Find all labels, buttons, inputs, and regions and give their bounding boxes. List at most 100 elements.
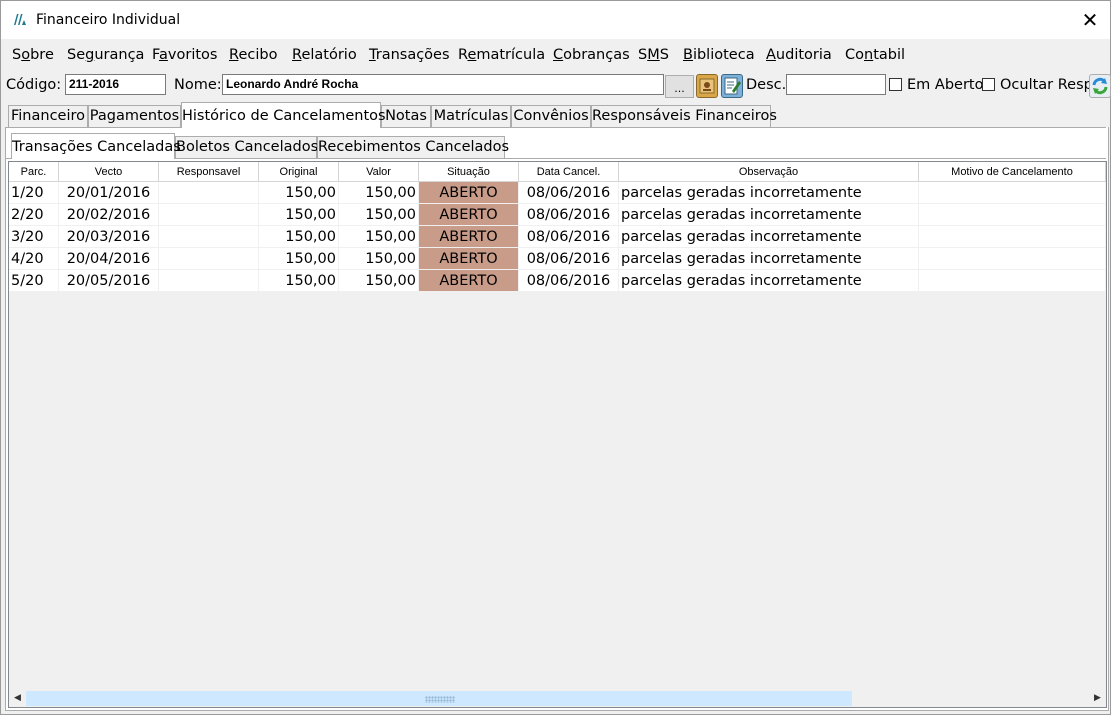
tab-main-6[interactable]: Responsáveis Financeiros	[591, 105, 777, 127]
menu-item-text: elatório	[301, 47, 357, 63]
table-cell: parcelas geradas incorretamente	[619, 204, 919, 226]
menu-item-text: tabil	[873, 47, 906, 63]
horizontal-scrollbar[interactable]: ◀ ▶	[9, 690, 1106, 707]
table-cell: 08/06/2016	[519, 226, 619, 248]
menu-item-text: S	[659, 47, 669, 63]
table-cell: 150,00	[339, 182, 419, 204]
cancelled-transactions-grid[interactable]: Parc. Vecto Responsavel Original Valor Situaç…	[8, 161, 1107, 708]
menu-item-text: ransações	[375, 47, 450, 63]
column-header[interactable]: Data Cancel.	[519, 162, 619, 182]
menu-item-text: ecibo	[238, 47, 278, 63]
search-student-button[interactable]: ...	[665, 75, 694, 98]
scroll-right-icon[interactable]: ▶	[1089, 690, 1106, 707]
menu-item-mnemonic: o	[21, 47, 31, 63]
table-cell: 20/04/2016	[59, 248, 159, 270]
menu-item-5[interactable]: Transações	[369, 47, 450, 63]
table-cell: 20/03/2016	[59, 226, 159, 248]
table-cell: 2/20	[9, 204, 59, 226]
table-cell	[919, 226, 1106, 248]
codigo-field[interactable]: 211-2016	[65, 74, 166, 95]
table-cell	[919, 182, 1106, 204]
menu-item-text: obranças	[563, 47, 630, 63]
menu-item-1[interactable]: Segurança	[67, 47, 144, 63]
scroll-thumb[interactable]	[26, 691, 852, 706]
menu-item-7[interactable]: Cobranças	[553, 47, 630, 63]
column-header[interactable]: Situação	[419, 162, 519, 182]
tab-main-3[interactable]: Notas	[381, 105, 431, 127]
tab-main-4[interactable]: Matrículas	[431, 105, 511, 127]
column-header[interactable]: Original	[259, 162, 339, 182]
menu-item-2[interactable]: Favoritos	[152, 47, 217, 63]
table-cell: 150,00	[339, 270, 419, 292]
table-cell	[919, 248, 1106, 270]
menu-item-text: bre	[30, 47, 54, 63]
tab-sub-1[interactable]: Boletos Cancelados	[175, 136, 318, 158]
column-header[interactable]: Valor	[339, 162, 419, 182]
table-cell: 08/06/2016	[519, 270, 619, 292]
codigo-label: Código:	[6, 77, 62, 93]
tab-main-2[interactable]: Histórico de Cancelamentos	[181, 102, 386, 128]
menu-item-8[interactable]: SMS	[638, 47, 669, 63]
table-cell	[919, 204, 1106, 226]
tab-main-5[interactable]: Convênios	[511, 105, 591, 127]
em-aberto-checkbox[interactable]	[889, 78, 902, 91]
table-row[interactable]: 5/20 20/05/2016 150,00 150,00 ABERTO 08/06/20…	[9, 270, 1106, 292]
menu-bar: Sobre Segurança Favoritos Recibo Relatório Tr…	[1, 43, 1110, 69]
window: Financeiro Individual ✕ Sobre Segurança Fa…	[0, 0, 1111, 715]
status-cell: ABERTO	[419, 270, 519, 292]
table-cell: parcelas geradas incorretamente	[619, 270, 919, 292]
table-cell: 20/05/2016	[59, 270, 159, 292]
table-cell: 150,00	[259, 226, 339, 248]
table-cell: 150,00	[259, 182, 339, 204]
column-header[interactable]: Responsavel	[159, 162, 259, 182]
table-cell	[159, 204, 259, 226]
menu-item-6[interactable]: Rematrícula	[458, 47, 545, 63]
menu-item-3[interactable]: Recibo	[229, 47, 277, 63]
close-icon[interactable]: ✕	[1070, 1, 1110, 39]
refresh-icon[interactable]	[1089, 74, 1111, 98]
desc-field[interactable]	[786, 74, 886, 95]
main-tabs: Financeiro Pagamentos Histórico de Cancela…	[1, 102, 1110, 128]
column-header[interactable]: Parc.	[9, 162, 59, 182]
column-header[interactable]: Vecto	[59, 162, 159, 182]
table-row[interactable]: 2/20 20/02/2016 150,00 150,00 ABERTO 08/06/20…	[9, 204, 1106, 226]
menu-item-0[interactable]: Sobre	[12, 47, 54, 63]
table-cell: 5/20	[9, 270, 59, 292]
table-cell: 20/01/2016	[59, 182, 159, 204]
tab-main-1[interactable]: Pagamentos	[88, 105, 181, 127]
ocultar-resp-checkbox[interactable]	[982, 78, 995, 91]
status-cell: ABERTO	[419, 226, 519, 248]
scroll-left-icon[interactable]: ◀	[9, 690, 26, 707]
table-cell: 1/20	[9, 182, 59, 204]
table-row[interactable]: 1/20 20/01/2016 150,00 150,00 ABERTO 08/06/20…	[9, 182, 1106, 204]
tab-sub-2[interactable]: Recebimentos Cancelados	[317, 136, 509, 158]
table-cell: 150,00	[339, 226, 419, 248]
column-header[interactable]: Observação	[619, 162, 919, 182]
tab-sub-0[interactable]: Transações Canceladas	[11, 133, 181, 159]
menu-item-10[interactable]: Auditoria	[766, 47, 832, 63]
table-cell: parcelas geradas incorretamente	[619, 226, 919, 248]
menu-item-11[interactable]: Contabil	[845, 47, 905, 63]
table-row[interactable]: 4/20 20/04/2016 150,00 150,00 ABERTO 08/06/20…	[9, 248, 1106, 270]
grip-icon	[425, 696, 455, 703]
table-cell: 150,00	[339, 248, 419, 270]
tab-main-0[interactable]: Financeiro	[8, 105, 88, 127]
menu-item-text: iblioteca	[692, 47, 755, 63]
menu-item-text: voritos	[167, 47, 218, 63]
menu-item-mnemonic: B	[683, 47, 693, 63]
table-row[interactable]: 3/20 20/03/2016 150,00 150,00 ABERTO 08/06/20…	[9, 226, 1106, 248]
table-cell	[919, 270, 1106, 292]
student-fields-row: Código: 211-2016 Nome: Leonardo André Ro…	[1, 72, 1111, 100]
menu-item-text: S	[12, 47, 22, 63]
em-aberto-label: Em Aberto	[907, 77, 984, 93]
id-card-icon[interactable]	[696, 74, 718, 98]
menu-item-text: S	[638, 47, 648, 63]
edit-document-icon[interactable]	[721, 74, 743, 98]
menu-item-4[interactable]: Relatório	[292, 47, 357, 63]
nome-field[interactable]: Leonardo André Rocha	[222, 74, 664, 95]
table-cell: 4/20	[9, 248, 59, 270]
menu-item-9[interactable]: Biblioteca	[683, 47, 755, 63]
column-header[interactable]: Motivo de Cancelamento	[919, 162, 1106, 182]
table-cell: 08/06/2016	[519, 248, 619, 270]
table-cell: 150,00	[339, 204, 419, 226]
